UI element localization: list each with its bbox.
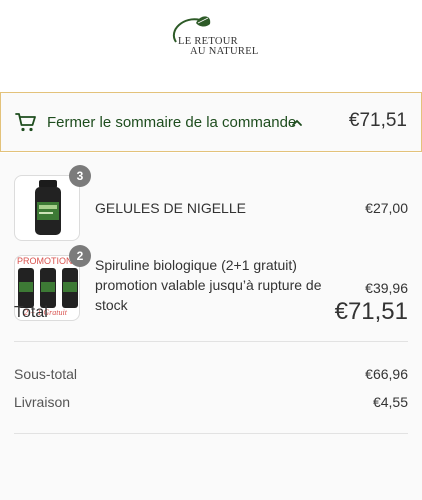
total-value: €71,51 — [334, 298, 408, 325]
order-summary-toggle[interactable]: Fermer le sommaire de la commande €71,51 — [0, 92, 422, 152]
quantity-badge: 2 — [69, 245, 91, 267]
line-item: 3 GELULES DE NIGELLE €27,00 — [14, 165, 408, 241]
order-summary-total: €71,51 — [348, 110, 407, 131]
shipping-row: Livraison €4,55 — [14, 394, 408, 414]
cart-icon — [15, 113, 36, 132]
quantity-badge: 3 — [69, 165, 91, 187]
store-header: LE RETOUR AU NATUREL — [0, 0, 422, 92]
order-summary-toggle-label[interactable]: Fermer le sommaire de la commande — [47, 114, 296, 131]
promo-banner-text: PROMOTION — [17, 256, 73, 266]
total-label: Total — [14, 304, 48, 321]
product-name: GELULES DE NIGELLE — [95, 200, 246, 216]
product-image — [14, 175, 80, 241]
product-name: Spiruline biologique (2+1 gratuit) promo… — [95, 255, 345, 315]
product-name-line: stock — [95, 297, 128, 313]
product-name-line: Spiruline biologique (2+1 gratuit) — [95, 257, 297, 273]
divider — [14, 341, 408, 342]
subtotal-row: Sous-total €66,96 — [14, 366, 408, 386]
divider — [14, 433, 408, 434]
subtotal-label: Sous-total — [14, 366, 78, 382]
product-price: €39,96 — [365, 280, 408, 296]
chevron-up-icon — [292, 119, 302, 126]
product-bottle-image — [35, 180, 61, 235]
order-summary-panel: 3 GELULES DE NIGELLE €27,00 PROMOTION 2 … — [0, 153, 422, 500]
product-name-line: promotion valable jusqu’à rupture de — [95, 277, 322, 293]
product-price: €27,00 — [365, 200, 408, 216]
shipping-value: €4,55 — [372, 394, 408, 410]
shipping-label: Livraison — [14, 394, 71, 410]
subtotal-value: €66,96 — [365, 366, 408, 382]
store-logo[interactable]: LE RETOUR AU NATUREL — [166, 14, 258, 62]
logo-text-line2: AU NATUREL — [190, 46, 259, 57]
